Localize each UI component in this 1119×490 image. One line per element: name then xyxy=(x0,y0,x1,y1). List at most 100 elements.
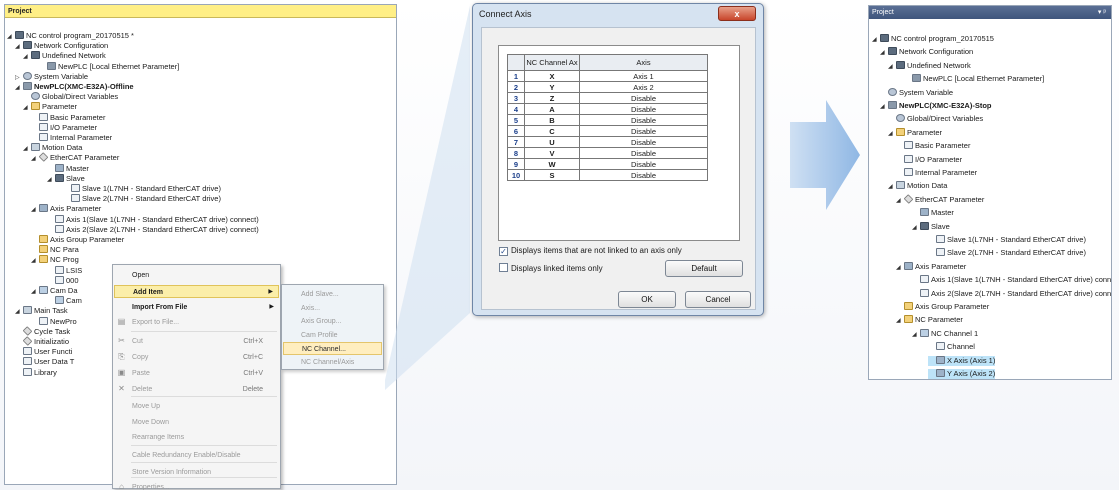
expand-arrow-icon[interactable]: ◢ xyxy=(888,182,896,192)
tree-node[interactable]: ◢ EtherCAT Parameter xyxy=(31,152,119,163)
tree-node[interactable]: Axis 2(Slave 2(L7NH - Standard EtherCAT … xyxy=(47,224,259,235)
expand-arrow-icon[interactable]: ◢ xyxy=(15,83,23,93)
tree-node[interactable]: ◢ NC control program_20170515 * xyxy=(7,31,134,41)
axis-table-row[interactable]: 2 Y Axis 2 xyxy=(507,81,708,93)
submenu-item[interactable]: NC Channel/Axis xyxy=(283,356,382,369)
expand-arrow-icon[interactable]: ◢ xyxy=(31,256,39,266)
axis-cell[interactable]: Disable xyxy=(579,114,708,126)
tree-node[interactable]: 000 xyxy=(47,275,79,286)
context-menu-item[interactable]: Move Up xyxy=(114,400,279,413)
expand-arrow-icon[interactable]: ◢ xyxy=(7,32,15,42)
expand-arrow-icon[interactable]: ◢ xyxy=(23,52,31,62)
tree-node[interactable]: Master xyxy=(47,163,89,174)
tree-node[interactable]: ◢ Motion Data xyxy=(888,181,947,191)
context-menu-item[interactable]: Open xyxy=(114,269,279,282)
context-menu-item[interactable]: Cable Redundancy Enable/Disable xyxy=(114,449,279,462)
tree-node[interactable]: NewPLC [Local Ethernet Parameter] xyxy=(39,61,179,72)
tree-node[interactable]: ◢ Slave xyxy=(47,173,85,185)
tree-node[interactable]: ◢ Network Configuration xyxy=(15,41,108,51)
linked-only-checkbox[interactable]: Displays linked items only xyxy=(499,263,603,275)
cancel-button[interactable]: Cancel xyxy=(685,291,751,308)
axis-table-row[interactable]: 7 U Disable xyxy=(507,136,708,148)
expand-arrow-icon[interactable]: ◢ xyxy=(880,102,888,112)
axis-table-row[interactable]: 6 C Disable xyxy=(507,125,708,137)
tree-node[interactable]: ◢ Undefined Network xyxy=(23,51,106,61)
context-menu-item[interactable]: ✂ Cut Ctrl+X xyxy=(114,335,279,348)
tree-node[interactable]: X Axis (Axis 1) xyxy=(928,355,996,366)
tree-node[interactable]: Axis Group Parameter xyxy=(896,302,989,312)
tree-node[interactable]: NewPLC [Local Ethernet Parameter] xyxy=(904,74,1044,84)
tree-node[interactable]: ◢ NC Parameter xyxy=(896,315,963,325)
submenu-item[interactable]: Cam Profile xyxy=(283,329,382,342)
tree-node[interactable]: User Functi xyxy=(15,347,72,357)
expand-arrow-icon[interactable]: ◢ xyxy=(23,144,31,154)
submenu-item[interactable]: Axis Group... xyxy=(283,315,382,328)
tree-node[interactable]: ◢ Parameter xyxy=(23,102,77,112)
submenu-item[interactable]: Add Slave... xyxy=(283,288,382,301)
axis-cell[interactable]: Disable xyxy=(579,147,708,159)
axis-table-row[interactable]: 5 B Disable xyxy=(507,114,708,126)
tree-node[interactable]: ◢ Axis Parameter xyxy=(896,261,966,273)
tree-node[interactable]: Basic Parameter xyxy=(31,112,105,123)
axis-cell[interactable]: Disable xyxy=(579,92,708,104)
axis-table-row[interactable]: 9 W Disable xyxy=(507,158,708,170)
tree-node[interactable]: Slave 2(L7NH - Standard EtherCAT drive) xyxy=(63,194,221,204)
expand-arrow-icon[interactable]: ◢ xyxy=(872,35,880,45)
tree-node[interactable]: ◢ Slave xyxy=(912,221,950,233)
tree-node[interactable]: ◢ EtherCAT Parameter xyxy=(896,193,984,206)
tree-node[interactable]: Axis 2(Slave 2(L7NH - Standard EtherCAT … xyxy=(912,288,1111,299)
expand-arrow-icon[interactable]: ◢ xyxy=(888,129,896,139)
expand-arrow-icon[interactable]: ◢ xyxy=(896,263,904,273)
tree-node[interactable]: Internal Parameter xyxy=(896,168,977,178)
tree-node[interactable]: LSIS xyxy=(47,265,82,276)
axis-cell[interactable]: Disable xyxy=(579,103,708,115)
tree-node[interactable]: NC Para xyxy=(31,245,79,255)
expand-arrow-icon[interactable]: ◢ xyxy=(31,205,39,215)
tree-node[interactable]: ◢ NC Prog xyxy=(31,255,79,265)
submenu-item[interactable]: Axis... xyxy=(283,302,382,315)
tree-node[interactable]: Library xyxy=(15,367,57,378)
context-menu-item[interactable]: Rearrange Items xyxy=(114,431,279,444)
context-menu-item[interactable]: ✕ Delete Delete xyxy=(114,383,279,396)
tree-node[interactable]: Global/Direct Variables xyxy=(23,92,118,102)
tree-node[interactable]: Slave 2(L7NH - Standard EtherCAT drive) xyxy=(928,248,1086,258)
axis-cell[interactable]: Axis 2 xyxy=(579,81,708,93)
expand-arrow-icon[interactable]: ◢ xyxy=(896,196,904,206)
context-menu-item[interactable]: Import From File ▶ xyxy=(114,301,279,314)
axis-table-row[interactable]: 10 S Disable xyxy=(507,169,708,181)
ok-button[interactable]: OK xyxy=(618,291,676,308)
context-menu-item[interactable]: Add Item ▶ xyxy=(114,285,279,298)
tree-node[interactable]: ◢ Network Configuration xyxy=(880,47,973,57)
tree-node[interactable]: ◢ NewPLC(XMC-E32A)-Offline xyxy=(15,82,134,92)
tree-node[interactable]: Cycle Task xyxy=(15,325,70,337)
default-button[interactable]: Default xyxy=(665,260,743,277)
expand-arrow-icon[interactable]: ◢ xyxy=(912,223,920,233)
tree-node[interactable]: ◢ Axis Parameter xyxy=(31,204,101,214)
expand-arrow-icon[interactable]: ◢ xyxy=(15,42,23,52)
axis-cell[interactable]: Axis 1 xyxy=(579,70,708,82)
tree-node[interactable]: Y Axis (Axis 2) xyxy=(928,369,996,379)
tree-node[interactable]: I/O Parameter xyxy=(896,154,962,165)
tree-node[interactable]: Axis Group Parameter xyxy=(31,235,124,245)
expand-arrow-icon[interactable]: ◢ xyxy=(15,307,23,317)
dialog-close-button[interactable]: x xyxy=(718,6,756,21)
axis-cell[interactable]: Disable xyxy=(579,158,708,170)
tree-node[interactable]: Internal Parameter xyxy=(31,133,112,143)
tree-node[interactable]: Axis 1(Slave 1(L7NH - Standard EtherCAT … xyxy=(47,214,259,225)
tree-node[interactable]: ◢ NC control program_20170515 xyxy=(872,34,994,44)
tree-node[interactable]: Axis 1(Slave 1(L7NH - Standard EtherCAT … xyxy=(912,275,1111,285)
pin-icon[interactable]: ▾ ᵖ xyxy=(1098,6,1106,19)
context-menu-item[interactable]: ▣ Paste Ctrl+V xyxy=(114,367,279,380)
unlinked-only-checkbox[interactable]: ✓ Displays items that are not linked to a… xyxy=(499,245,682,257)
tree-node[interactable]: ◢ Main Task xyxy=(15,306,68,316)
tree-node[interactable]: NewPro xyxy=(31,316,77,327)
submenu-item[interactable]: NC Channel... xyxy=(283,342,382,355)
expand-arrow-icon[interactable]: ◢ xyxy=(31,287,39,297)
expand-arrow-icon[interactable]: ◢ xyxy=(47,175,55,185)
context-menu-item[interactable]: ⎘ Copy Ctrl+C xyxy=(114,351,279,364)
tree-node[interactable]: ◢ Cam Da xyxy=(31,286,78,296)
tree-node[interactable]: System Variable xyxy=(880,87,953,98)
axis-cell[interactable]: Disable xyxy=(579,136,708,148)
tree-node[interactable]: Slave 1(L7NH - Standard EtherCAT drive) xyxy=(928,235,1086,245)
tree-node[interactable]: User Data T xyxy=(15,357,74,367)
